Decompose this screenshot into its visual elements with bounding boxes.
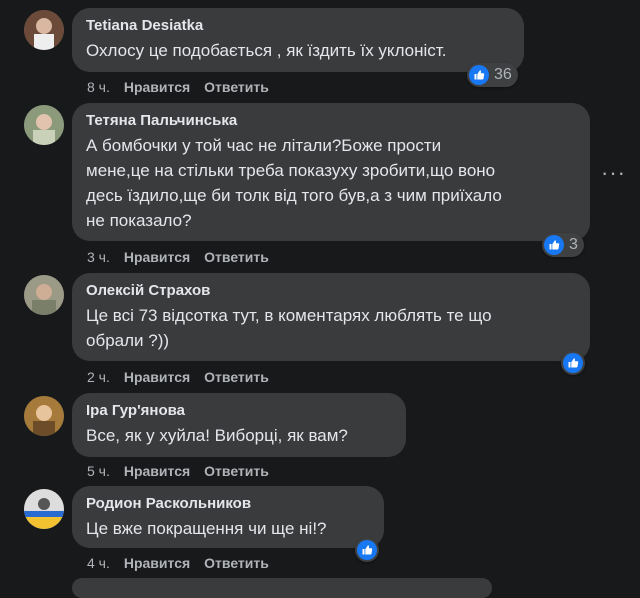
comment-time[interactable]: 5 ч.: [87, 462, 110, 480]
like-icon: [544, 235, 564, 255]
comment-actions: 4 ч. Нравится Ответить: [87, 554, 269, 572]
reaction-count[interactable]: 3: [542, 233, 584, 257]
like-icon: [469, 65, 489, 85]
comment-text: Охлосу це подобається , як їздить їх укл…: [86, 41, 447, 60]
comment-actions: 3 ч. Нравится Ответить: [87, 248, 269, 266]
comment-time[interactable]: 4 ч.: [87, 554, 110, 572]
like-link[interactable]: Нравится: [124, 554, 190, 572]
like-link[interactable]: Нравится: [124, 78, 190, 96]
comment-bubble: Tetiana Desiatka Охлосу це подобається ,…: [72, 8, 524, 72]
like-link[interactable]: Нравится: [124, 368, 190, 386]
reply-link[interactable]: Ответить: [204, 554, 269, 572]
comment-bubble-partial: [72, 578, 492, 598]
like-icon: [563, 353, 583, 373]
avatar[interactable]: [24, 105, 64, 145]
reply-link[interactable]: Ответить: [204, 248, 269, 266]
comment-text: Це вже покращення чи ще ні!?: [86, 519, 327, 538]
comment-bubble: Іра Гур'янова Все, як у хуйла! Виборці, …: [72, 393, 406, 457]
comment-bubble: Олексій Страхов Це всі 73 відсотка тут, …: [72, 273, 590, 361]
reaction-number: 3: [569, 236, 578, 253]
reaction-number: 36: [494, 66, 512, 83]
comment-author[interactable]: Олексій Страхов: [86, 281, 576, 300]
comment-author[interactable]: Іра Гур'янова: [86, 401, 392, 420]
reaction-count[interactable]: [561, 351, 585, 375]
reply-link[interactable]: Ответить: [204, 462, 269, 480]
like-link[interactable]: Нравится: [124, 462, 190, 480]
comment-time[interactable]: 2 ч.: [87, 368, 110, 386]
comment-bubble: Тетяна Пальчинська А бомбочки у той час …: [72, 103, 590, 241]
avatar[interactable]: [24, 396, 64, 436]
avatar[interactable]: [24, 10, 64, 50]
comment-bubble: Родион Раскольников Це вже покращення чи…: [72, 486, 384, 548]
avatar[interactable]: [24, 489, 64, 529]
comment-author[interactable]: Tetiana Desiatka: [86, 16, 510, 35]
like-link[interactable]: Нравится: [124, 248, 190, 266]
reply-link[interactable]: Ответить: [204, 368, 269, 386]
reply-link[interactable]: Ответить: [204, 78, 269, 96]
reaction-count[interactable]: [355, 538, 379, 562]
comment-author[interactable]: Родион Раскольников: [86, 494, 370, 513]
comment-text: Все, як у хуйла! Виборці, як вам?: [86, 426, 348, 445]
comment-time[interactable]: 3 ч.: [87, 248, 110, 266]
comment-text: А бомбочки у той час не літали?Боже прос…: [86, 136, 502, 230]
more-options-icon[interactable]: ···: [601, 162, 626, 184]
like-icon: [357, 540, 377, 560]
comment-text: Це всі 73 відсотка тут, в коментарях люб…: [86, 306, 492, 350]
comment-author[interactable]: Тетяна Пальчинська: [86, 111, 576, 130]
comment-time[interactable]: 8 ч.: [87, 78, 110, 96]
comment-actions: 2 ч. Нравится Ответить: [87, 368, 269, 386]
avatar[interactable]: [24, 275, 64, 315]
comment-actions: 8 ч. Нравится Ответить: [87, 78, 269, 96]
reaction-count[interactable]: 36: [467, 63, 518, 87]
comment-actions: 5 ч. Нравится Ответить: [87, 462, 269, 480]
